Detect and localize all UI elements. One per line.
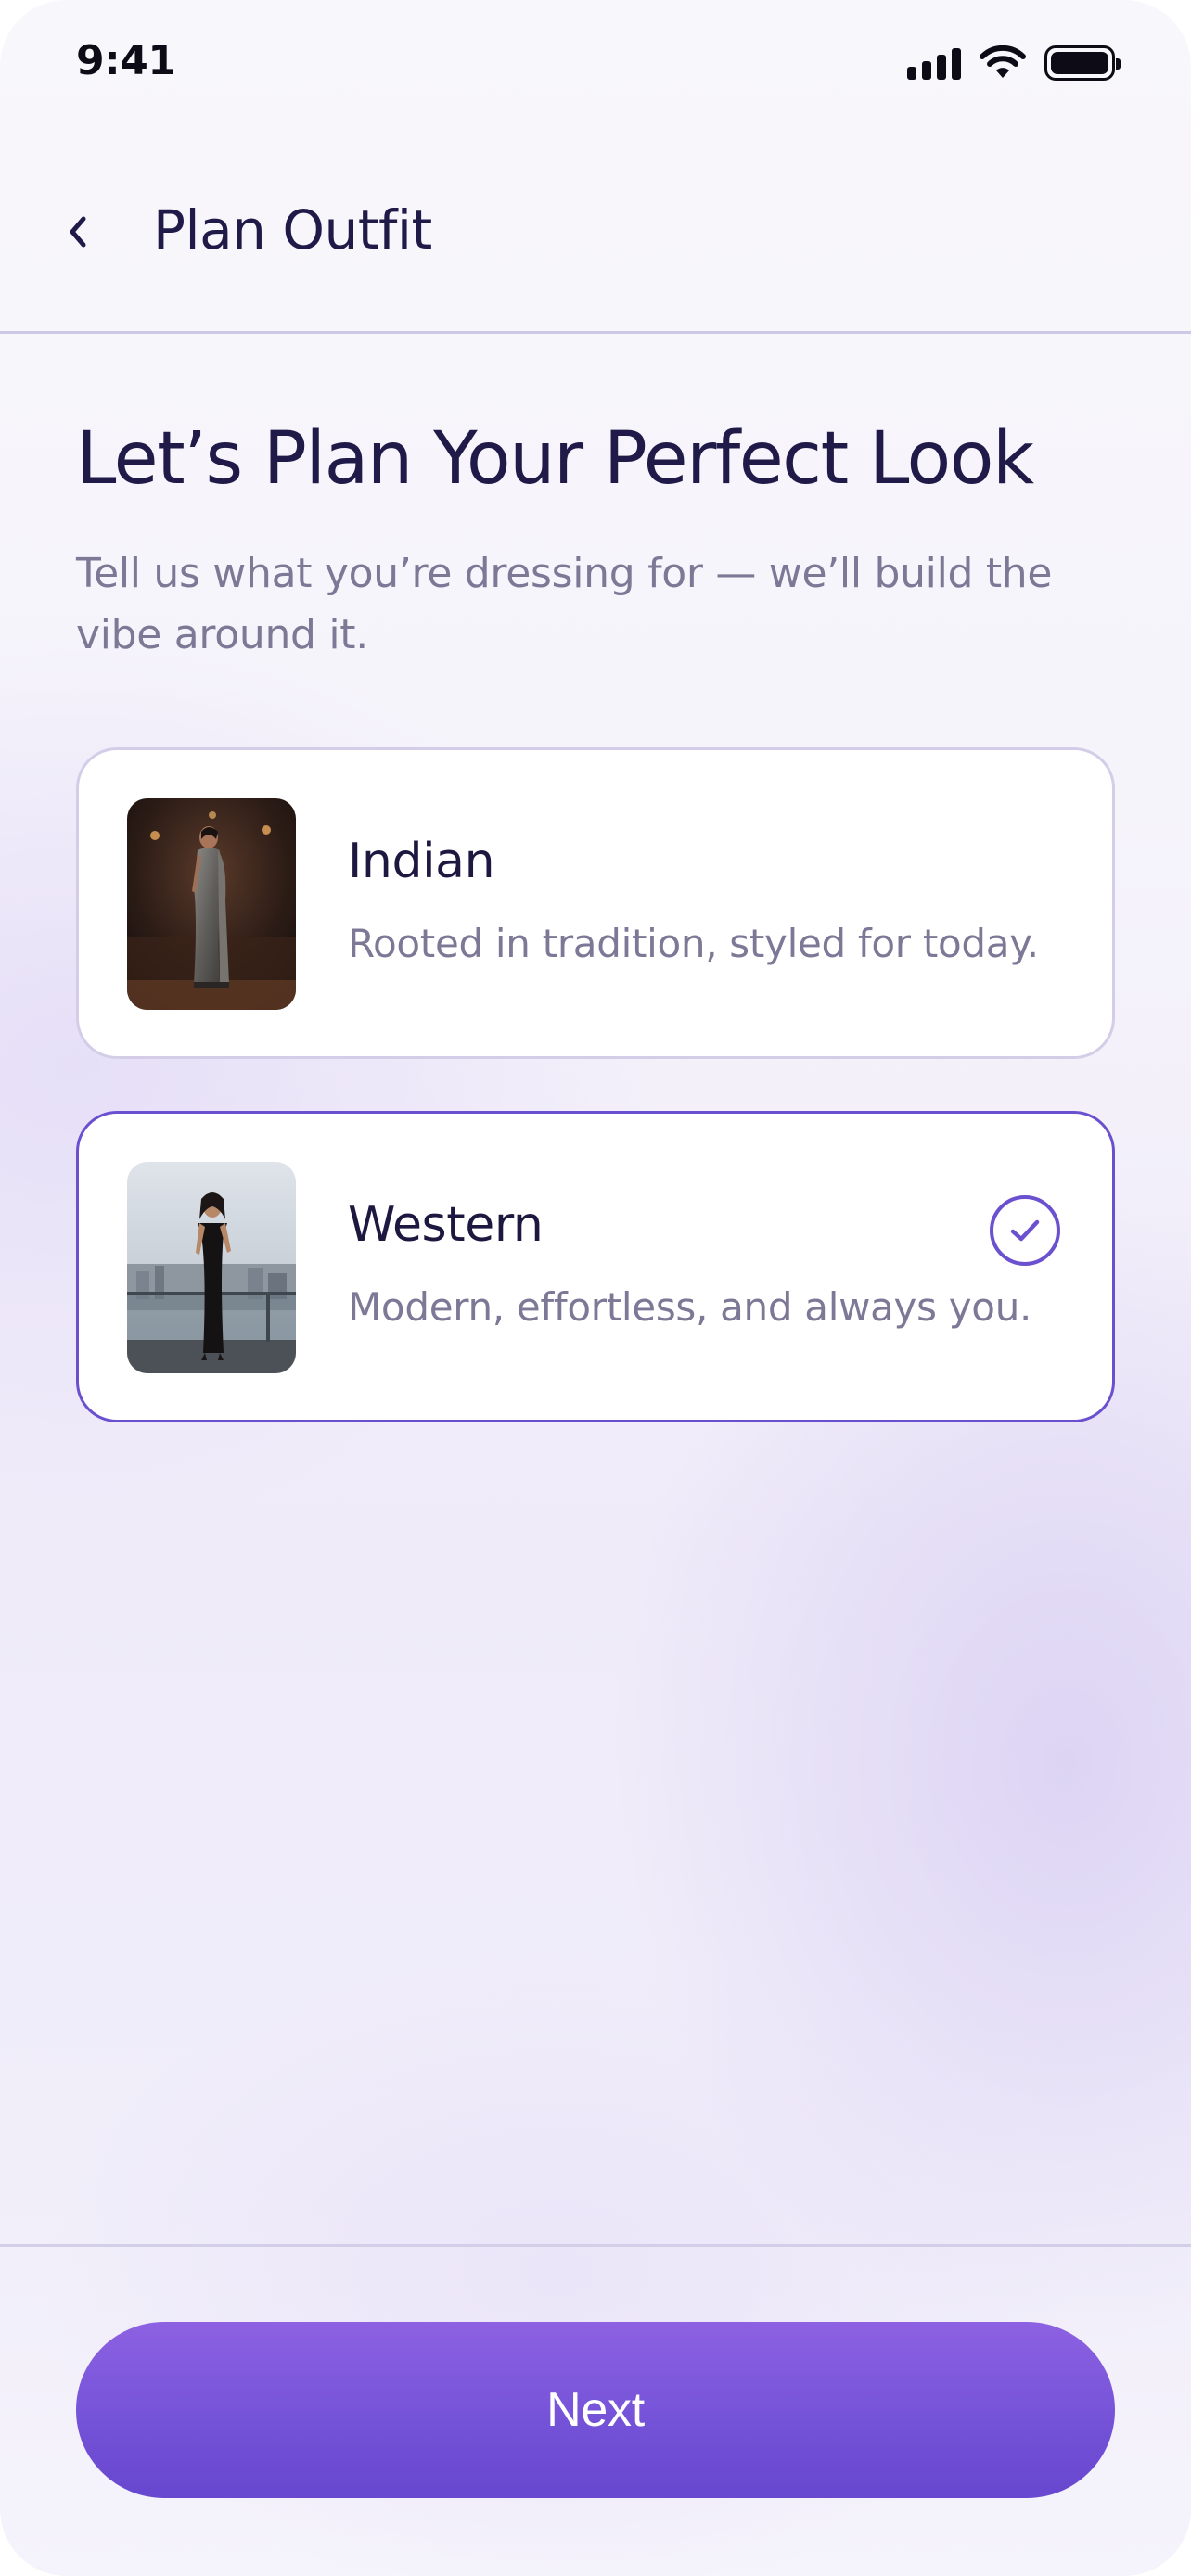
status-icons [907,45,1121,82]
nav-header: Plan Outfit [0,185,1191,334]
wifi-icon [980,45,1026,78]
chevron-left-icon [70,216,86,248]
option-card-western[interactable]: Western Modern, effortless, and always y… [76,1111,1115,1422]
battery-icon [1044,45,1121,81]
next-button[interactable]: Next [76,2322,1115,2498]
back-button[interactable] [50,204,106,260]
woman-in-black-dress-photo [127,1162,296,1373]
status-bar: 9:41 [0,0,1191,130]
footer-divider [0,2244,1191,2247]
woman-in-saree-photo [127,798,296,1010]
option-title-indian: Indian [348,834,495,889]
page-title: Let’s Plan Your Perfect Look [76,417,1034,501]
option-description-western: Modern, effortless, and always you. [348,1284,1032,1330]
page-subtitle: Tell us what you’re dressing for — we’ll… [76,550,1053,658]
option-description-indian: Rooted in tradition, styled for today. [348,921,1039,966]
plan-outfit-screen: 9:41 Plan Outfit Let’s Plan Your Perfect… [0,0,1191,2576]
option-card-indian[interactable]: Indian Rooted in tradition, styled for t… [76,747,1115,1059]
option-title-western: Western [348,1197,544,1253]
nav-title: Plan Outfit [153,198,432,261]
cellular-signal-icon [907,46,961,80]
check-circle-icon [990,1195,1060,1266]
status-time: 9:41 [76,37,176,84]
